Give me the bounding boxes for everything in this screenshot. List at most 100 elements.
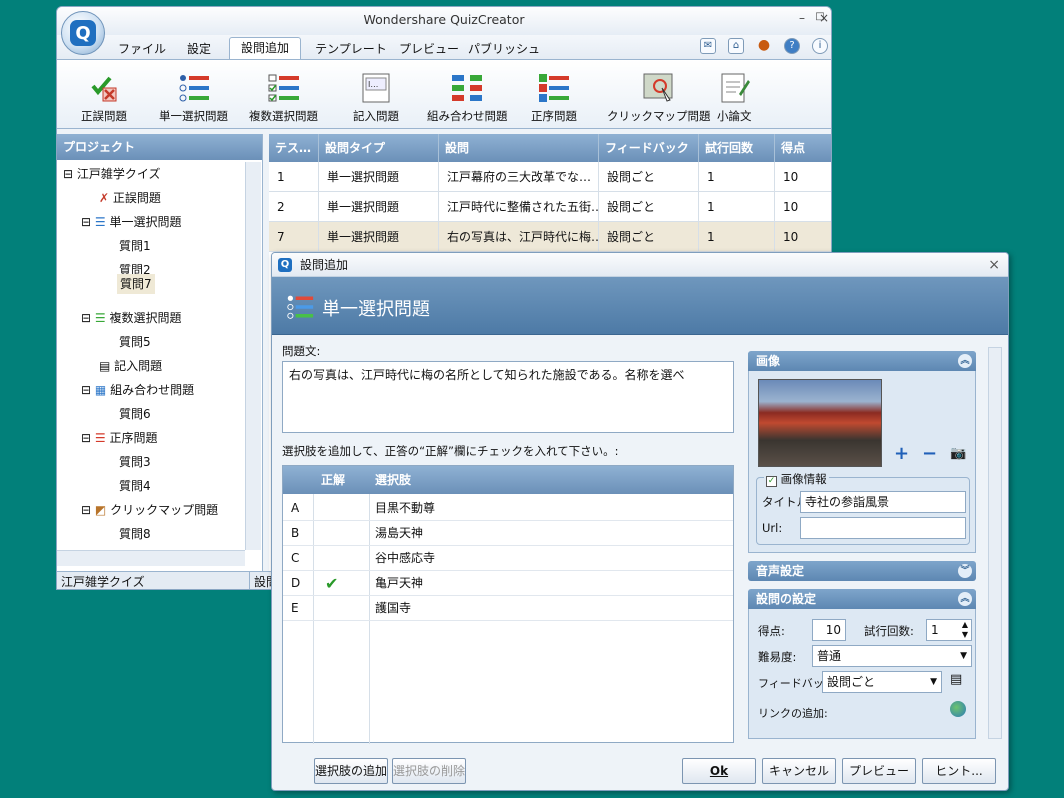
add-choice-button[interactable]: 選択肢の追加 [314, 758, 388, 784]
collapse-icon[interactable]: ︽ [958, 592, 972, 606]
grid-cell[interactable]: 7 [269, 222, 319, 252]
sound-section-header[interactable]: 音声設定 ︾ [748, 561, 976, 581]
ribbon-matching[interactable]: 組み合わせ問題 [427, 72, 508, 124]
tree-vertical-scrollbar[interactable] [245, 162, 261, 550]
tab-preview[interactable]: プレビュー [397, 39, 461, 59]
tree-node[interactable]: ✗ 正誤問題 [99, 188, 161, 208]
image-section-header[interactable]: 画像 ︽ [748, 351, 976, 371]
col-type[interactable]: 設問タイプ [319, 134, 439, 162]
tree-leaf[interactable]: 質問1 [119, 236, 151, 256]
col-attempts[interactable]: 試行回数 [699, 134, 775, 162]
collapse-icon[interactable]: ⊟ [81, 503, 91, 517]
grid-cell[interactable]: 単一選択問題 [319, 192, 439, 222]
properties-scrollbar[interactable] [988, 347, 1002, 739]
grid-cell[interactable]: 1 [699, 192, 775, 222]
question-text-input[interactable]: 右の写真は、江戸時代に梅の名所として知られた施設である。名称を選べ [282, 361, 734, 433]
collapse-icon[interactable]: ︽ [958, 354, 972, 368]
user-icon[interactable]: ● [756, 38, 772, 54]
collapse-icon[interactable]: ⊟ [63, 167, 73, 181]
collapse-icon[interactable]: ⊟ [81, 431, 91, 445]
home-icon[interactable]: ⌂ [728, 38, 744, 54]
feedback-select[interactable]: 設問ごと ▼ [822, 671, 942, 693]
tab-settings[interactable]: 設定 [177, 39, 221, 59]
tree-node[interactable]: ⊟ ☰ 複数選択問題 [81, 308, 182, 328]
delete-choice-button[interactable]: 選択肢の削除 [392, 758, 466, 784]
check-icon[interactable]: ✔ [325, 571, 338, 596]
image-preview[interactable] [758, 379, 882, 467]
choice-row[interactable]: B 湯島天神 [283, 521, 733, 546]
info-icon[interactable]: i [812, 38, 828, 54]
cancel-button[interactable]: キャンセル [762, 758, 836, 784]
add-image-icon[interactable]: + [894, 443, 909, 464]
col-feedback[interactable]: フィードバック [599, 134, 699, 162]
col-question[interactable]: 設問 [439, 134, 599, 162]
tree-root[interactable]: ⊟ 江戸雑学クイズ [63, 164, 161, 184]
grid-cell[interactable]: 単一選択問題 [319, 162, 439, 192]
choice-row[interactable]: C 谷中感応寺 [283, 546, 733, 571]
tree-leaf[interactable]: 質問5 [119, 332, 151, 352]
grid-cell[interactable]: 1 [269, 162, 319, 192]
ribbon-multi-choice[interactable]: 複数選択問題 [249, 72, 318, 124]
tree-horizontal-scrollbar[interactable] [57, 550, 245, 566]
remove-image-icon[interactable]: − [922, 443, 937, 464]
tab-add-question[interactable]: 設問追加 [229, 37, 301, 60]
difficulty-select[interactable]: 普通 ▼ [812, 645, 972, 667]
col-test[interactable]: テス… [269, 134, 319, 162]
expand-icon[interactable]: ︾ [958, 564, 972, 578]
tree-leaf[interactable]: 質問8 [119, 524, 151, 544]
grid-cell[interactable]: 1 [699, 162, 775, 192]
help-icon[interactable]: ? [784, 38, 800, 54]
choice-row[interactable]: A 目黒不動尊 [283, 496, 733, 521]
preview-button[interactable]: プレビュー [842, 758, 916, 784]
score-input[interactable]: 10 [812, 619, 846, 641]
title-input[interactable]: 寺社の参詣風景 [800, 491, 966, 513]
tree-node[interactable]: ⊟ ☰ 正序問題 [81, 428, 158, 448]
grid-cell[interactable]: 2 [269, 192, 319, 222]
collapse-icon[interactable]: ⊟ [81, 215, 91, 229]
grid-cell[interactable]: 10 [775, 222, 831, 252]
ribbon-click-map[interactable]: クリックマップ問題 [607, 72, 711, 124]
tree-leaf[interactable]: 質問6 [119, 404, 151, 424]
stepper-arrows-icon[interactable]: ▲ ▼ [962, 620, 968, 640]
grid-cell[interactable]: 江戸幕府の三大改革でな… [439, 162, 599, 192]
grid-cell[interactable]: 右の写真は、江戸時代に梅… [439, 222, 599, 252]
grid-cell[interactable]: 1 [699, 222, 775, 252]
feedback-icon[interactable]: ✉ [700, 38, 716, 54]
dialog-close-button[interactable]: × [988, 253, 1000, 277]
tree-leaf-selected[interactable]: 質問7 [117, 274, 155, 294]
tree-leaf[interactable]: 質問4 [119, 476, 151, 496]
grid-cell[interactable]: 単一選択問題 [319, 222, 439, 252]
tree-node[interactable]: ⊟ ▦ 組み合わせ問題 [81, 380, 194, 400]
tree-node[interactable]: ⊟ ◩ クリックマップ問題 [81, 500, 218, 520]
ribbon-true-false[interactable]: 正誤問題 [81, 72, 127, 124]
grid-cell[interactable]: 江戸時代に整備された五街… [439, 192, 599, 222]
hint-button[interactable]: ヒント... [922, 758, 996, 784]
ribbon-sequence[interactable]: 正序問題 [531, 72, 577, 124]
collapse-icon[interactable]: ⊟ [81, 383, 91, 397]
image-info-checkbox[interactable]: ✓ [766, 476, 777, 487]
feedback-edit-icon[interactable]: ▤ [950, 672, 962, 687]
close-button[interactable]: × [817, 11, 831, 25]
ok-button[interactable]: Ok [682, 758, 756, 784]
minimize-button[interactable]: – [795, 11, 809, 25]
settings-section-header[interactable]: 設問の設定 ︽ [748, 589, 976, 609]
camera-icon[interactable]: 📷 [950, 446, 966, 461]
tab-publish[interactable]: パブリッシュ [467, 39, 541, 59]
ribbon-fill-in[interactable]: I… 記入問題 [353, 72, 399, 124]
tree-leaf[interactable]: 質問3 [119, 452, 151, 472]
tab-template[interactable]: テンプレート [309, 39, 393, 59]
grid-cell[interactable]: 設問ごと [599, 222, 699, 252]
grid-cell[interactable]: 10 [775, 162, 831, 192]
tab-file[interactable]: ファイル [115, 39, 169, 59]
ribbon-essay[interactable]: 小論文 [717, 72, 752, 124]
choice-row[interactable]: D ✔ 亀戸天神 [283, 571, 733, 596]
url-input[interactable] [800, 517, 966, 539]
grid-cell[interactable]: 10 [775, 192, 831, 222]
grid-cell[interactable]: 設問ごと [599, 192, 699, 222]
col-score[interactable]: 得点 [775, 134, 831, 162]
tree-node[interactable]: ⊟ ☰ 単一選択問題 [81, 212, 182, 232]
ribbon-single-choice[interactable]: 単一選択問題 [159, 72, 228, 124]
tree-node[interactable]: ▤ 記入問題 [99, 356, 162, 376]
grid-cell[interactable]: 設問ごと [599, 162, 699, 192]
globe-icon[interactable] [950, 701, 966, 717]
